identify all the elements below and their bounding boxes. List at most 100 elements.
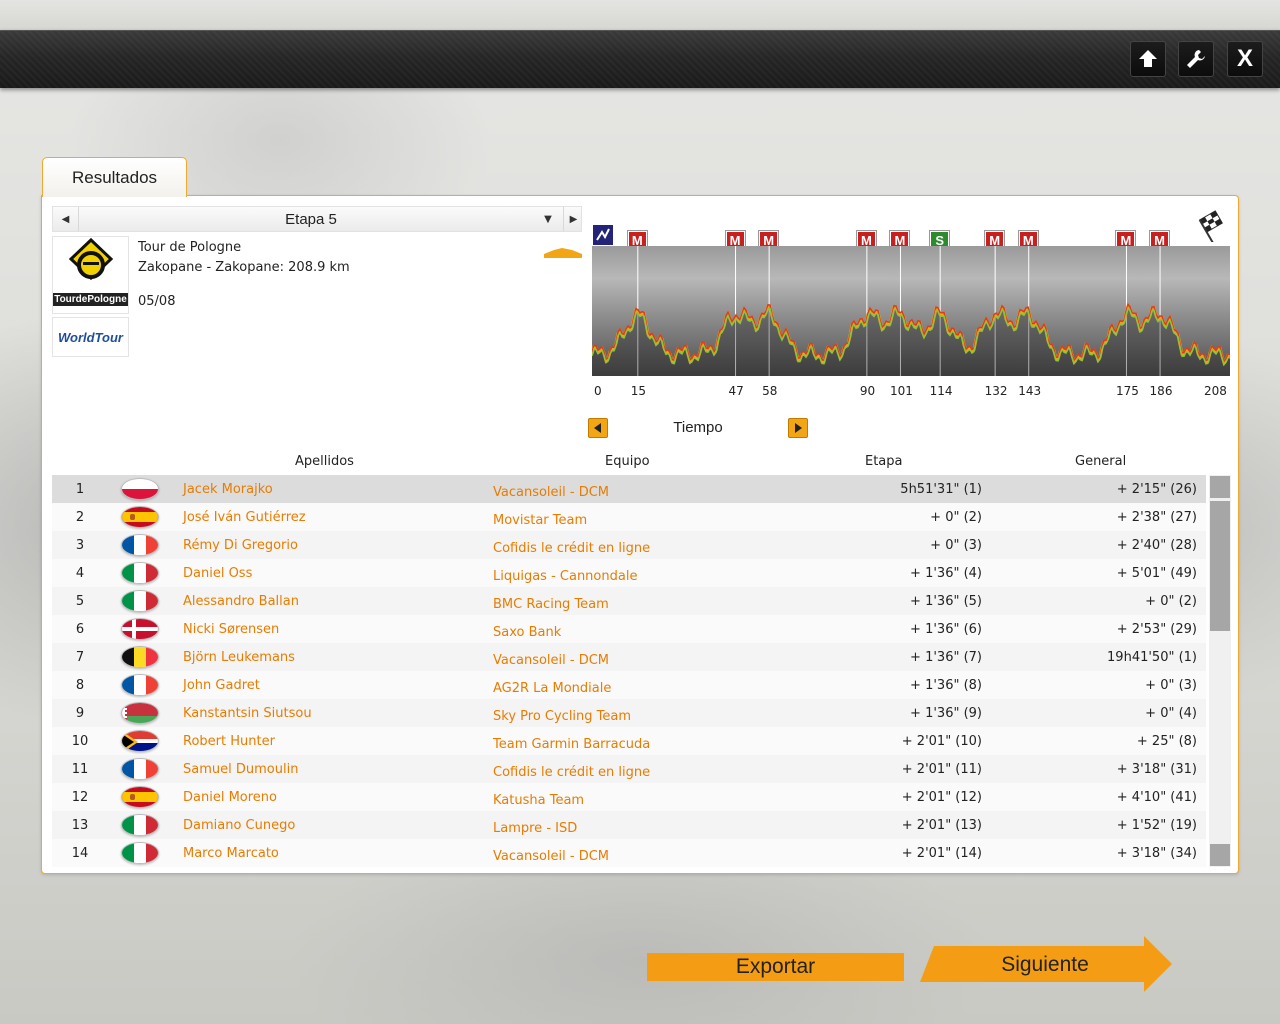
row-position: 10 [71,734,89,749]
team-name-link[interactable]: Saxo Bank [493,625,561,640]
profile-km-label: 0 [594,384,602,398]
table-row[interactable]: 11 Samuel Dumoulin Cofidis le crédit en li… [52,755,1206,783]
italy-flag-icon [121,590,159,612]
table-row[interactable]: 10 Robert Hunter Team Garmin Barracuda + 2'… [52,727,1206,755]
row-position: 3 [75,538,85,553]
general-time: + 1'52" (19) [1116,818,1197,833]
classification-selector[interactable]: Tiempo [588,418,810,440]
table-row[interactable]: 12 Daniel Moreno Katusha Team + 2'01" (12) +… [52,783,1206,811]
rider-name-link[interactable]: Daniel Oss [183,566,252,581]
team-name-link[interactable]: Vacansoleil - DCM [493,849,609,864]
rider-name-link[interactable]: Marco Marcato [183,846,279,861]
profile-km-label: 208 [1204,384,1227,398]
table-row[interactable]: 4 Daniel Oss Liquigas - Cannondale + 1'36" … [52,559,1206,587]
table-row[interactable]: 8 John Gadret AG2R La Mondiale + 1'36" (8) +… [52,671,1206,699]
next-button-label: Siguiente [1001,953,1089,976]
row-position: 13 [71,818,89,833]
team-name-link[interactable]: Vacansoleil - DCM [493,485,609,500]
general-time: + 5'01" (49) [1116,566,1197,581]
team-name-link[interactable]: Cofidis le crédit en ligne [493,765,650,780]
stage-next-arrow[interactable]: ▶ [563,207,583,231]
next-button[interactable]: Siguiente [920,936,1174,992]
profile-km-label: 90 [859,384,876,398]
france-flag-icon [121,674,159,696]
team-name-link[interactable]: Cofidis le crédit en ligne [493,541,650,556]
rider-name-link[interactable]: Björn Leukemans [183,650,295,665]
scroll-up-button[interactable] [1210,476,1230,498]
header-general[interactable]: General [1075,454,1126,469]
table-row[interactable]: 13 Damiano Cunego Lampre - ISD + 2'01" (13)… [52,811,1206,839]
home-up-arrow-icon [1139,50,1157,67]
race-date: 05/08 [138,294,176,309]
stage-time: + 2'01" (13) [901,818,982,833]
profile-km-label: 47 [728,384,744,398]
team-name-link[interactable]: Movistar Team [493,513,587,528]
scroll-down-button[interactable] [1210,844,1230,866]
table-row[interactable]: 7 Björn Leukemans Vacansoleil - DCM + 1'36"… [52,643,1206,671]
denmark-flag-icon [121,618,159,640]
team-name-link[interactable]: Vacansoleil - DCM [493,653,609,668]
rider-name-link[interactable]: Robert Hunter [183,734,275,749]
stage-time: + 2'01" (11) [901,762,982,777]
rider-name-link[interactable]: Damiano Cunego [183,818,295,833]
classification-label: Tiempo [673,419,723,436]
settings-button[interactable] [1178,41,1214,77]
belarus-flag-icon [121,702,159,724]
team-name-link[interactable]: AG2R La Mondiale [493,681,611,696]
table-scrollbar[interactable] [1209,475,1231,867]
classification-prev-button[interactable] [588,418,608,438]
stage-time: + 2'01" (14) [901,846,982,861]
rider-name-link[interactable]: José Iván Gutiérrez [183,510,306,525]
general-time: + 0" (4) [1145,706,1197,721]
table-row[interactable]: 1 Jacek Morajko Vacansoleil - DCM 5h51'31" … [52,475,1206,503]
stage-dropdown-icon[interactable]: ▼ [537,207,559,231]
stage-time: + 2'01" (10) [901,734,982,749]
uci-worldtour-logo: WorldTour [52,317,129,357]
team-name-link[interactable]: BMC Racing Team [493,597,609,612]
checkered-flag-icon [1198,210,1223,242]
classification-next-button[interactable] [788,418,808,438]
arrow-right-icon [795,423,802,433]
rider-name-link[interactable]: Rémy Di Gregorio [183,538,298,553]
header-stage[interactable]: Etapa [865,454,903,469]
general-time: + 4'10" (41) [1116,790,1197,805]
rider-name-link[interactable]: Nicki Sørensen [183,622,279,637]
team-name-link[interactable]: Sky Pro Cycling Team [493,709,631,724]
uci-logo-text: WorldTour [58,329,123,345]
stage-prev-arrow[interactable]: ◀ [53,207,79,231]
race-logo-text: TourdePologne [53,293,128,306]
header-team[interactable]: Equipo [605,454,650,469]
general-time: + 2'38" (27) [1116,510,1197,525]
home-button[interactable] [1130,41,1166,77]
stage-time: + 1'36" (9) [910,706,982,721]
table-row[interactable]: 2 José Iván Gutiérrez Movistar Team + 0" (2… [52,503,1206,531]
stage-selector[interactable]: ◀ Etapa 5 ▼ ▶ [52,206,582,232]
table-row[interactable]: 6 Nicki Sørensen Saxo Bank + 1'36" (6) + 2'5… [52,615,1206,643]
rider-name-link[interactable]: Jacek Morajko [183,482,273,497]
rider-name-link[interactable]: Samuel Dumoulin [183,762,298,777]
tour-de-pologne-logo: TourdePologne [52,236,129,314]
table-row[interactable]: 5 Alessandro Ballan BMC Racing Team + 1'36"… [52,587,1206,615]
export-button[interactable]: Exportar [647,953,904,981]
rider-name-link[interactable]: Kanstantsin Siutsou [183,706,312,721]
team-name-link[interactable]: Team Garmin Barracuda [493,737,650,752]
profile-km-label: 186 [1149,384,1173,398]
south-africa-flag-icon [121,730,159,752]
team-name-link[interactable]: Liquigas - Cannondale [493,569,637,584]
profile-km-label: 58 [762,384,778,398]
table-row[interactable]: 3 Rémy Di Gregorio Cofidis le crédit en li… [52,531,1206,559]
profile-km-label: 143 [1018,384,1042,398]
general-time: + 2'53" (29) [1116,622,1197,637]
tab-resultados[interactable]: Resultados [42,157,187,197]
rider-name-link[interactable]: John Gadret [183,678,260,693]
rider-name-link[interactable]: Alessandro Ballan [183,594,299,609]
rider-name-link[interactable]: Daniel Moreno [183,790,277,805]
table-row[interactable]: 9 Kanstantsin Siutsou Sky Pro Cycling Team… [52,699,1206,727]
team-name-link[interactable]: Katusha Team [493,793,584,808]
table-row[interactable]: 14 Marco Marcato Vacansoleil - DCM + 2'01" … [52,839,1206,867]
close-button[interactable]: X [1227,41,1263,77]
team-name-link[interactable]: Lampre - ISD [493,821,577,836]
header-name[interactable]: Apellidos [295,454,354,469]
scroll-thumb[interactable] [1210,501,1230,631]
profile-km-label: 132 [984,384,1008,398]
